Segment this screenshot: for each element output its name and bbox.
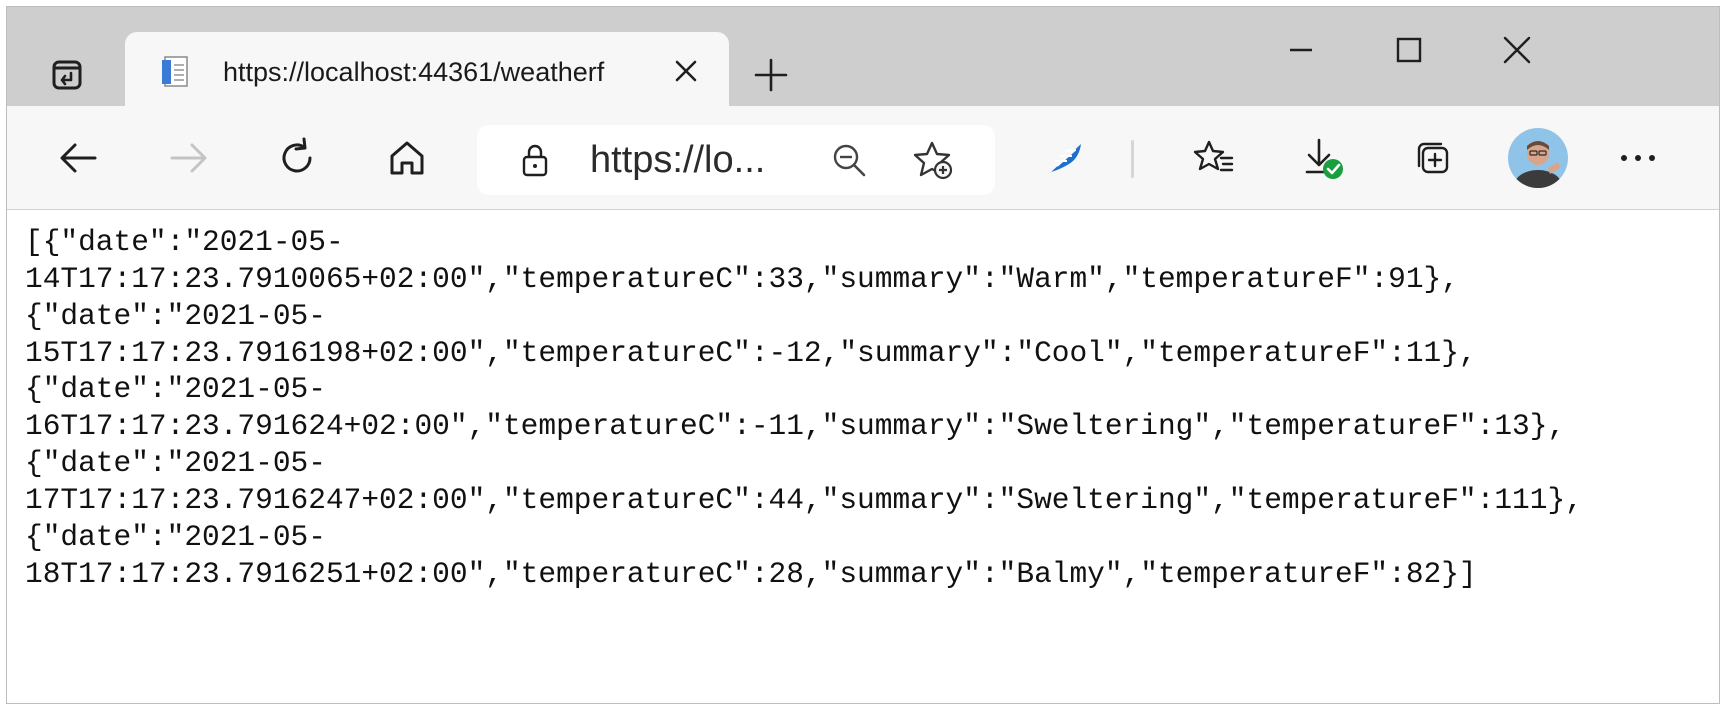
home-button[interactable] [379,130,435,186]
json-line: {"date":"2021-05- [25,446,326,480]
toolbar: https://lo... [7,106,1719,210]
arrow-right-icon [166,136,210,180]
more-icon [1618,152,1658,164]
document-icon [159,54,195,90]
minimize-button[interactable] [1265,21,1337,79]
refresh-icon [275,136,319,180]
json-line: 17T17:17:23.7916247+02:00","temperatureC… [25,483,1583,517]
forward-button [160,130,216,186]
maximize-button[interactable] [1373,21,1445,79]
collections-icon [1411,136,1455,180]
maximize-icon [1395,36,1423,64]
json-line: {"date":"2021-05- [25,520,326,554]
star-add-icon[interactable] [911,138,955,182]
tab-actions-button[interactable] [43,51,91,99]
json-line: [{"date":"2021-05- [25,225,344,259]
json-line: {"date":"2021-05- [25,299,326,333]
new-tab-button[interactable] [745,49,797,101]
url-text[interactable]: https://lo... [590,139,820,181]
extension-button[interactable] [1037,130,1093,186]
favorites-button[interactable] [1186,130,1242,186]
json-line: {"date":"2021-05- [25,372,326,406]
close-icon [1502,35,1532,65]
download-complete-icon [1299,134,1347,182]
back-button[interactable] [51,130,107,186]
close-icon [673,58,699,84]
home-icon [385,136,429,180]
address-bar[interactable]: https://lo... [477,125,995,195]
tab-actions-icon [49,57,85,93]
arrow-left-icon [57,136,101,180]
tab-close-button[interactable] [665,50,707,92]
plus-icon [753,57,789,93]
zoom-out-icon[interactable] [829,140,869,180]
json-line: 16T17:17:23.791624+02:00","temperatureC"… [25,409,1566,443]
favorites-icon [1192,136,1236,180]
minimize-icon [1287,36,1315,64]
json-line: 18T17:17:23.7916251+02:00","temperatureC… [25,557,1477,591]
tab-active[interactable]: https://localhost:44361/weatherf [125,32,729,109]
downloads-button[interactable] [1295,130,1351,186]
page-content: [{"date":"2021-05- 14T17:17:23.7910065+0… [7,210,1719,703]
more-button[interactable] [1610,130,1666,186]
browser-window: https://localhost:44361/weatherf https:/… [6,6,1720,704]
lock-icon[interactable] [517,142,553,178]
json-line: 15T17:17:23.7916198+02:00","temperatureC… [25,336,1477,370]
json-line: 14T17:17:23.7910065+02:00","temperatureC… [25,262,1459,296]
feather-extension-icon [1043,136,1087,180]
collections-button[interactable] [1405,130,1461,186]
window-close-button[interactable] [1481,21,1553,79]
tab-title: https://localhost:44361/weatherf [223,57,605,87]
refresh-button[interactable] [269,130,325,186]
avatar[interactable] [1508,128,1568,188]
tab-strip: https://localhost:44361/weatherf [7,7,1719,109]
toolbar-divider [1131,140,1134,178]
